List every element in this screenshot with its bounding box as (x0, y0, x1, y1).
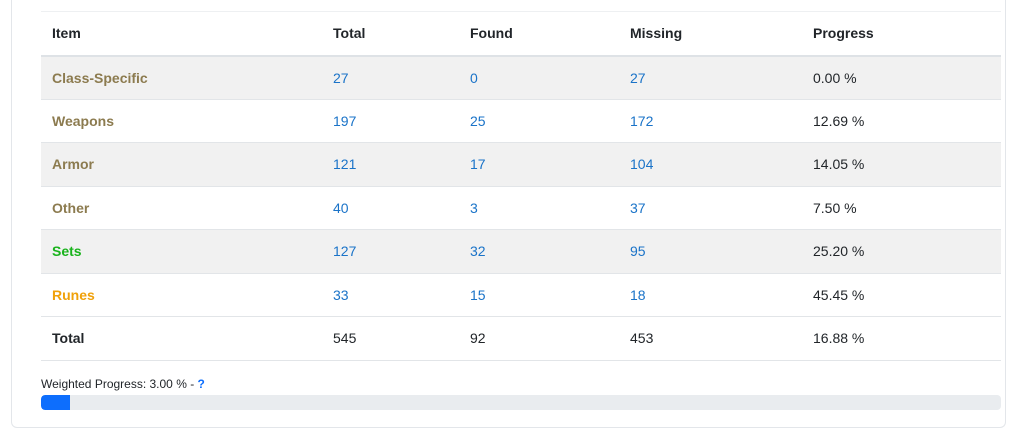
header-total: Total (322, 11, 459, 57)
row-total-link[interactable]: 27 (333, 70, 349, 86)
header-found: Found (459, 11, 619, 57)
row-found-link[interactable]: 17 (470, 156, 486, 172)
weighted-progress-text: Weighted Progress: 3.00 % - (41, 377, 198, 391)
row-found-link[interactable]: 15 (470, 287, 486, 303)
header-item: Item (41, 11, 322, 57)
row-total-link[interactable]: 121 (333, 156, 356, 172)
row-progress: 0.00 % (813, 69, 857, 86)
row-found-link[interactable]: 0 (470, 70, 478, 86)
row-missing-link[interactable]: 18 (630, 287, 646, 303)
progress-table: Item Total Found Missing Progress Class-… (41, 11, 1001, 361)
header-missing: Missing (619, 11, 802, 57)
tracker-card: Item Total Found Missing Progress Class-… (11, 0, 1006, 428)
row-total-link[interactable]: 40 (333, 200, 349, 216)
row-progress: 14.05 % (813, 156, 865, 173)
row-progress: 7.50 % (813, 199, 857, 216)
row-item-name: Other (52, 199, 90, 216)
help-link[interactable]: ? (198, 377, 205, 391)
row-found-link[interactable]: 25 (470, 113, 486, 129)
weighted-progress-label: Weighted Progress: 3.00 % - ? (41, 377, 205, 391)
row-progress: 45.45 % (813, 286, 865, 303)
row-total-link[interactable]: 33 (333, 287, 349, 303)
row-missing-link[interactable]: 27 (630, 70, 646, 86)
row-missing-link[interactable]: 37 (630, 200, 646, 216)
table-row: Weapons 197 25 172 12.69 % (41, 99, 1001, 143)
row-item-name: Weapons (52, 112, 114, 129)
row-missing-link[interactable]: 172 (630, 113, 653, 129)
weighted-progress-bar (41, 395, 1001, 410)
table-total-row: Total 545 92 453 16.88 % (41, 317, 1001, 360)
table-row: Armor 121 17 104 14.05 % (41, 142, 1001, 186)
row-found-link[interactable]: 3 (470, 200, 478, 216)
total-row-label: Total (52, 330, 85, 347)
weighted-progress-fill (41, 395, 70, 410)
table-row: Other 40 3 37 7.50 % (41, 186, 1001, 230)
row-missing-link[interactable]: 104 (630, 156, 653, 172)
total-row-missing: 453 (630, 330, 654, 347)
row-item-name: Runes (52, 286, 95, 303)
row-total-link[interactable]: 127 (333, 243, 356, 259)
table-row: Sets 127 32 95 25.20 % (41, 229, 1001, 273)
row-item-name: Armor (52, 156, 95, 173)
total-row-total: 545 (333, 330, 357, 347)
total-row-progress: 16.88 % (813, 330, 865, 347)
table-row: Class-Specific 27 0 27 0.00 % (41, 55, 1001, 99)
row-total-link[interactable]: 197 (333, 113, 356, 129)
row-missing-link[interactable]: 95 (630, 243, 646, 259)
table-header-row: Item Total Found Missing Progress (41, 11, 1001, 57)
row-progress: 25.20 % (813, 243, 865, 260)
row-found-link[interactable]: 32 (470, 243, 486, 259)
row-item-name: Sets (52, 243, 82, 260)
table-row: Runes 33 15 18 45.45 % (41, 273, 1001, 317)
row-item-name: Class-Specific (52, 69, 148, 86)
header-progress: Progress (802, 11, 1001, 57)
row-progress: 12.69 % (813, 112, 865, 129)
total-row-found: 92 (470, 330, 486, 347)
